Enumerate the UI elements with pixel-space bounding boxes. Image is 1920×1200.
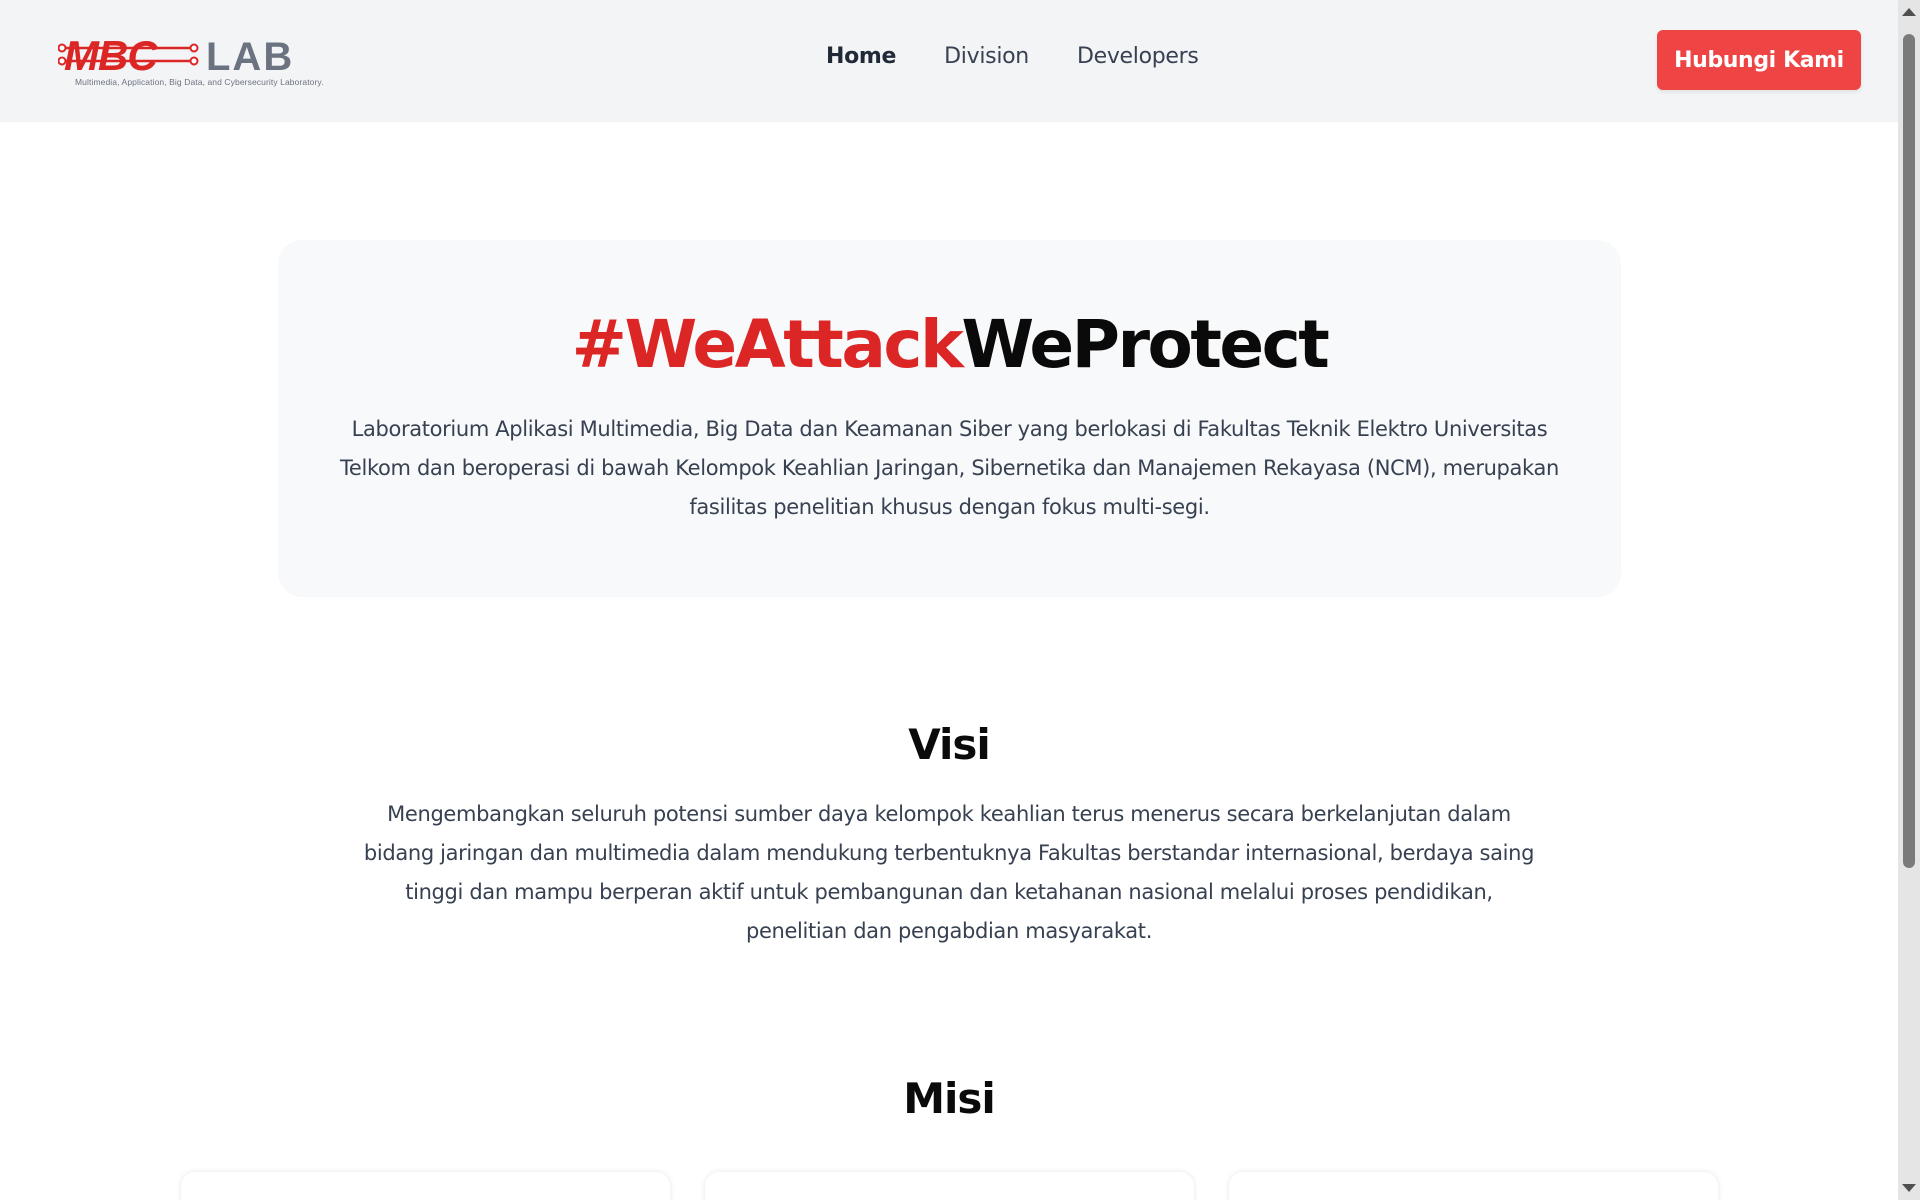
mbc-lab-logo[interactable]: MBC LAB Multimedia, Application, Big Dat… <box>58 34 338 90</box>
misi-heading: Misi <box>903 1074 996 1123</box>
logo-mark: MBC LAB <box>58 34 294 76</box>
navbar: MBC LAB Multimedia, Application, Big Dat… <box>0 0 1898 122</box>
main-nav: Home Division Developers <box>826 44 1199 69</box>
nav-division-link[interactable]: Division <box>944 44 1029 69</box>
page: MBC LAB Multimedia, Application, Big Dat… <box>0 0 1920 1200</box>
visi-heading: Visi <box>908 720 991 769</box>
visi-text: Mengembangkan seluruh potensi sumber day… <box>363 802 1535 943</box>
nav-developers-link[interactable]: Developers <box>1077 44 1199 69</box>
vertical-scrollbar[interactable] <box>1898 0 1920 1200</box>
logo-brand-text: MBC <box>64 34 158 76</box>
hero-title-dark: WeProtect <box>961 306 1329 383</box>
misi-card <box>705 1172 1194 1200</box>
logo-lab-text: LAB <box>206 35 294 76</box>
hero-description: Laboratorium Aplikasi Multimedia, Big Da… <box>340 417 1559 519</box>
hero-card: #WeAttackWeProtect Laboratorium Aplikasi… <box>278 240 1621 597</box>
logo-circuit-node <box>189 43 199 53</box>
nav-home-link[interactable]: Home <box>826 44 896 69</box>
hero-title: #WeAttackWeProtect <box>278 312 1621 378</box>
hero-title-accent: #WeAttack <box>571 306 964 383</box>
logo-circuit-node <box>58 56 67 66</box>
scrollbar-thumb[interactable] <box>1903 34 1915 868</box>
logo-circuit-node <box>189 56 199 66</box>
scroll-up-arrow-icon[interactable] <box>1902 8 1916 16</box>
logo-circuit-node <box>58 43 67 53</box>
contact-us-button[interactable]: Hubungi Kami <box>1657 30 1861 90</box>
misi-card <box>1229 1172 1718 1200</box>
logo-tagline: Multimedia, Application, Big Data, and C… <box>75 77 324 87</box>
misi-card <box>181 1172 670 1200</box>
scroll-down-arrow-icon[interactable] <box>1902 1184 1916 1192</box>
